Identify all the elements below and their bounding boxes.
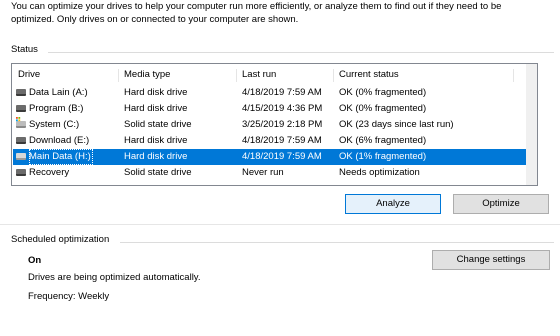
hard-drive-icon	[16, 137, 26, 144]
vertical-scrollbar[interactable]	[526, 64, 537, 185]
drive-row[interactable]: Data Lain (A:) Hard disk drive 4/18/2019…	[13, 85, 526, 101]
current-status: OK (6% fragmented)	[339, 135, 427, 146]
last-run: 3/25/2019 2:18 PM	[242, 119, 323, 130]
current-status: OK (0% fragmented)	[339, 103, 427, 114]
section-divider	[0, 224, 560, 225]
drive-name: Data Lain (A:)	[29, 87, 88, 98]
column-header-last-run[interactable]: Last run	[236, 67, 333, 82]
media-type: Hard disk drive	[124, 135, 188, 146]
drive-name: Recovery	[29, 167, 70, 178]
drive-row-selected[interactable]: Main Data (H:) Hard disk drive 4/18/2019…	[13, 149, 526, 165]
scheduled-section-label: Scheduled optimization	[11, 234, 110, 245]
schedule-frequency: Frequency: Weekly	[28, 291, 110, 302]
schedule-description: Drives are being optimized automatically…	[28, 272, 201, 283]
status-separator	[48, 52, 554, 53]
media-type: Hard disk drive	[124, 87, 188, 98]
last-run: Never run	[242, 167, 284, 178]
drive-row[interactable]: Program (B:) Hard disk drive 4/15/2019 4…	[13, 101, 526, 117]
current-status: OK (0% fragmented)	[339, 87, 427, 98]
current-status: OK (1% fragmented)	[339, 151, 427, 162]
drive-row[interactable]: Recovery Solid state drive Never run Nee…	[13, 165, 526, 181]
optimize-button[interactable]: Optimize	[453, 194, 549, 214]
last-run: 4/15/2019 4:36 PM	[242, 103, 323, 114]
intro-text: You can optimize your drives to help you…	[11, 0, 551, 26]
hard-drive-icon	[16, 153, 26, 160]
change-settings-button[interactable]: Change settings	[432, 250, 550, 270]
drives-list[interactable]: Drive Media type Last run Current status…	[11, 63, 538, 186]
current-status: Needs optimization	[339, 167, 420, 178]
drive-name: System (C:)	[29, 119, 80, 130]
intro-line-2: optimized. Only drives on or connected t…	[11, 14, 299, 25]
status-section-label: Status	[11, 44, 38, 55]
column-header-current-status[interactable]: Current status	[333, 67, 513, 82]
analyze-button[interactable]: Analyze	[345, 194, 441, 214]
intro-line-1: You can optimize your drives to help you…	[11, 1, 502, 12]
column-divider[interactable]	[513, 69, 514, 82]
last-run: 4/18/2019 7:59 AM	[242, 151, 322, 162]
column-header-drive[interactable]: Drive	[12, 67, 118, 82]
drive-row[interactable]: System (C:) Solid state drive 3/25/2019 …	[13, 117, 526, 133]
scheduled-separator	[120, 242, 554, 243]
media-type: Hard disk drive	[124, 103, 188, 114]
media-type: Solid state drive	[124, 167, 192, 178]
hard-drive-icon	[16, 105, 26, 112]
column-header-media-type[interactable]: Media type	[118, 67, 236, 82]
drive-name: Download (E:)	[29, 135, 90, 146]
media-type: Solid state drive	[124, 119, 192, 130]
media-type: Hard disk drive	[124, 151, 188, 162]
drive-name: Main Data (H:)	[29, 149, 93, 165]
current-status: OK (23 days since last run)	[339, 119, 454, 130]
drive-name: Program (B:)	[29, 103, 84, 114]
drives-list-header: Drive Media type Last run Current status	[12, 67, 537, 82]
drive-row[interactable]: Download (E:) Hard disk drive 4/18/2019 …	[13, 133, 526, 149]
hard-drive-icon	[16, 169, 26, 176]
system-drive-icon	[16, 121, 26, 128]
hard-drive-icon	[16, 89, 26, 96]
last-run: 4/18/2019 7:59 AM	[242, 135, 322, 146]
last-run: 4/18/2019 7:59 AM	[242, 87, 322, 98]
schedule-state: On	[28, 255, 42, 266]
